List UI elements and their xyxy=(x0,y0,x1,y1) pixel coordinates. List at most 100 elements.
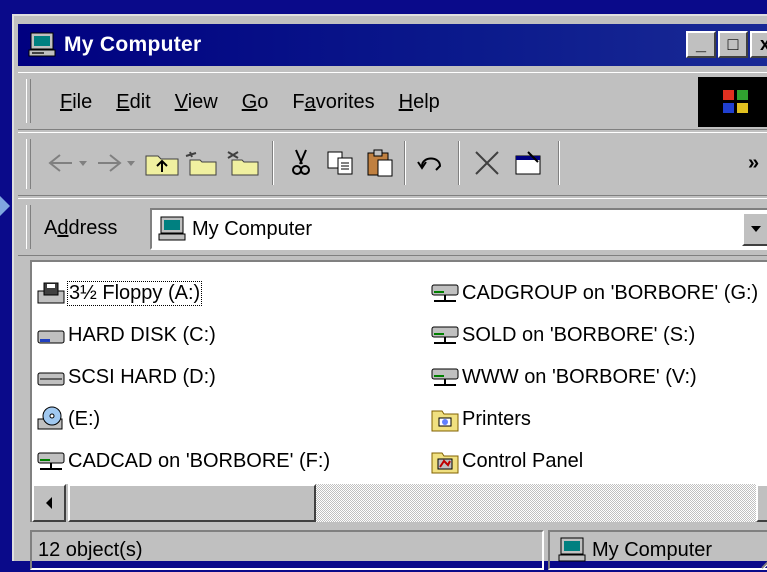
toolbar-separator xyxy=(458,141,460,185)
disconnect-drive-icon xyxy=(227,151,259,176)
address-label-pre: A xyxy=(44,217,58,239)
right-column: CADGROUP on 'BORBORE' (G:) SOLD on 'BORB… xyxy=(430,272,758,482)
window-title: My Computer xyxy=(64,33,202,56)
menu-edit-label: dit xyxy=(129,91,151,113)
maximize-button[interactable]: □ xyxy=(718,31,748,58)
network-drive-icon xyxy=(431,368,459,386)
list-item[interactable]: HARD DISK (C:) xyxy=(36,314,330,356)
menu-file-label: ile xyxy=(72,91,93,113)
up-button[interactable] xyxy=(142,143,182,183)
status-count-text: 12 object(s) xyxy=(38,538,143,561)
list-item-label: CADGROUP on 'BORBORE' (G:) xyxy=(462,281,759,304)
forward-arrow-icon xyxy=(98,154,122,172)
status-location: My Computer xyxy=(548,530,767,570)
hard-disk-icon xyxy=(37,330,65,344)
list-item-label: SCSI HARD (D:) xyxy=(68,365,216,388)
address-label-accel: d xyxy=(57,217,69,239)
list-item[interactable]: WWW on 'BORBORE' (V:) xyxy=(430,356,758,398)
properties-icon xyxy=(515,151,541,175)
minimize-button[interactable]: _ xyxy=(686,31,716,58)
list-item[interactable]: (E:) xyxy=(36,398,330,440)
menu-go[interactable]: Go xyxy=(240,89,271,116)
menu-view-label: iew xyxy=(187,91,218,113)
list-item[interactable]: CADGROUP on 'BORBORE' (G:) xyxy=(430,272,758,314)
close-button[interactable]: x xyxy=(750,31,767,58)
my-computer-icon xyxy=(158,216,186,241)
title-bar[interactable]: My Computer _ □ x xyxy=(18,24,767,66)
back-button[interactable] xyxy=(46,143,90,183)
list-item[interactable]: CADCAD on 'BORBORE' (F:) xyxy=(36,440,330,482)
desktop-edge-marker xyxy=(0,196,10,216)
address-bar: Address My Computer xyxy=(18,198,767,256)
scroll-thumb[interactable] xyxy=(68,484,316,522)
list-item-label: CADCAD on 'BORBORE' (F:) xyxy=(68,449,331,472)
standard-toolbar: » xyxy=(18,132,767,196)
toolbar-separator xyxy=(404,141,406,185)
menu-go-accel: G xyxy=(241,91,258,113)
minimize-icon: _ xyxy=(695,34,706,54)
menu-favorites[interactable]: Favorites xyxy=(290,89,376,116)
address-value: My Computer xyxy=(192,217,313,240)
list-item-label: HARD DISK (C:) xyxy=(68,323,216,346)
menu-file[interactable]: File xyxy=(58,89,94,116)
my-computer-window: My Computer _ □ x File Edit View Go Favo… xyxy=(12,14,767,570)
network-drive-icon xyxy=(431,326,459,344)
menu-view-accel: V xyxy=(174,91,188,113)
chevron-right-icon: » xyxy=(748,151,760,174)
scissors-icon xyxy=(292,149,310,175)
up-folder-icon xyxy=(145,155,179,176)
menu-help-accel: H xyxy=(398,91,414,113)
delete-x-icon xyxy=(475,151,499,175)
windows-flag-icon xyxy=(723,90,748,113)
menu-favorites-label: vorites xyxy=(315,91,375,113)
list-item[interactable]: Printers xyxy=(430,398,758,440)
list-item[interactable]: Control Panel xyxy=(430,440,758,482)
scroll-left-button[interactable] xyxy=(32,484,66,522)
toolbar-chevron-button[interactable]: » xyxy=(748,143,759,183)
address-dropdown-button[interactable] xyxy=(742,212,767,246)
cut-button[interactable] xyxy=(284,143,318,183)
menu-edit[interactable]: Edit xyxy=(114,89,152,116)
map-drive-button[interactable] xyxy=(182,143,222,183)
floppy-drive-icon xyxy=(37,282,65,304)
horizontal-scrollbar[interactable] xyxy=(32,484,767,522)
cd-drive-icon xyxy=(37,406,63,430)
my-computer-icon xyxy=(558,537,586,562)
menu-file-accel: F xyxy=(60,91,73,113)
back-dropdown-icon xyxy=(79,161,87,166)
list-item-label: SOLD on 'BORBORE' (S:) xyxy=(462,323,696,346)
left-column: 3½ Floppy (A:) HARD DISK (C:) SCSI HARD … xyxy=(36,272,330,482)
list-item[interactable]: 3½ Floppy (A:) xyxy=(36,272,330,314)
disconnect-drive-button[interactable] xyxy=(224,143,264,183)
delete-button[interactable] xyxy=(470,143,504,183)
status-bar: 12 object(s) My Computer xyxy=(30,524,767,572)
list-item[interactable]: SOLD on 'BORBORE' (S:) xyxy=(430,314,758,356)
forward-button[interactable] xyxy=(94,143,138,183)
list-item[interactable]: SCSI HARD (D:) xyxy=(36,356,330,398)
scroll-right-button[interactable] xyxy=(756,484,767,522)
status-location-text: My Computer xyxy=(592,538,713,561)
copy-icon xyxy=(327,151,353,175)
menu-help[interactable]: Help xyxy=(397,89,442,116)
resize-grip-icon[interactable] xyxy=(758,548,767,570)
copy-button[interactable] xyxy=(324,143,358,183)
properties-button[interactable] xyxy=(512,143,546,183)
paste-button[interactable] xyxy=(364,143,398,183)
address-label-rest: dress xyxy=(68,217,118,239)
address-field[interactable]: My Computer xyxy=(150,208,767,250)
file-list-pane[interactable]: 3½ Floppy (A:) HARD DISK (C:) SCSI HARD … xyxy=(30,260,767,522)
menu-bar: File Edit View Go Favorites Help xyxy=(18,72,767,130)
forward-dropdown-icon xyxy=(127,161,135,166)
menu-view[interactable]: View xyxy=(173,89,220,116)
list-item-label: 3½ Floppy (A:) xyxy=(66,280,203,306)
back-arrow-icon xyxy=(48,154,72,172)
address-bar-grip[interactable] xyxy=(26,205,31,249)
toolbar-grip[interactable] xyxy=(26,139,31,189)
control-panel-folder-icon xyxy=(431,452,459,474)
undo-button[interactable] xyxy=(414,143,448,183)
network-drive-icon xyxy=(431,284,459,302)
list-item-label: WWW on 'BORBORE' (V:) xyxy=(462,365,697,388)
printers-folder-icon xyxy=(431,410,459,432)
menu-bar-grip[interactable] xyxy=(26,79,31,123)
toolbar-separator xyxy=(558,141,560,185)
